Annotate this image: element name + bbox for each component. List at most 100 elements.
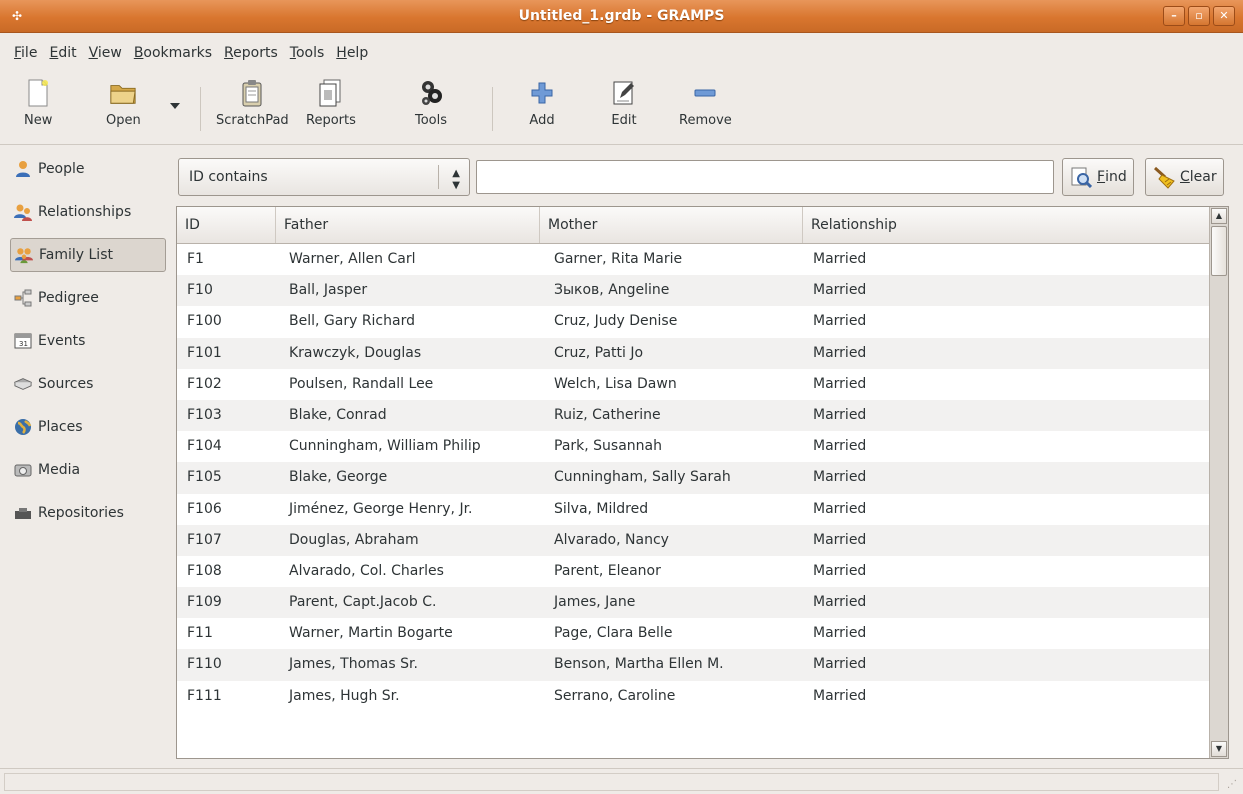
sidebar-item-relationships[interactable]: Relationships: [10, 195, 166, 229]
table-row[interactable]: F103 Blake, Conrad Ruiz, Catherine Married: [177, 399, 1211, 432]
sidebar-item-pedigree[interactable]: Pedigree: [10, 281, 166, 315]
sidebar-item-sources[interactable]: Sources: [10, 367, 166, 401]
cell-father: Bell, Gary Richard: [289, 313, 415, 330]
sidebar-item-events[interactable]: 31 Events: [10, 324, 166, 358]
scroll-up-icon[interactable]: ▲: [1211, 208, 1227, 224]
cell-id: F1: [187, 251, 204, 267]
cell-id: F11: [187, 625, 213, 642]
scroll-down-icon[interactable]: ▼: [1211, 741, 1227, 757]
close-icon[interactable]: ✕: [1213, 6, 1235, 26]
table-row[interactable]: F100 Bell, Gary Richard Cruz, Judy Denise M…: [177, 306, 1211, 337]
table-row[interactable]: F110 James, Thomas Sr. Benson, Martha Elle…: [177, 649, 1211, 681]
table-row[interactable]: F107 Douglas, Abraham Alvarado, Nancy Marri…: [177, 524, 1211, 556]
scrollbar-thumb[interactable]: [1211, 226, 1227, 276]
resize-grip-icon[interactable]: ⋰: [1227, 779, 1239, 791]
cell-relationship: Married: [813, 313, 867, 330]
sidebar-item-family-list[interactable]: Family List: [10, 238, 166, 272]
calendar-icon: 31: [14, 332, 32, 350]
sidebar-item-repositories[interactable]: Repositories: [10, 496, 166, 530]
table-row[interactable]: F101 Krawczyk, Douglas Cruz, Patti Jo Marri…: [177, 337, 1211, 369]
media-icon: [14, 461, 32, 479]
table-row[interactable]: F108 Alvarado, Col. Charles Parent, Eleano…: [177, 556, 1211, 587]
table-row[interactable]: F10 Ball, Jasper Зыков, Angeline Married: [177, 275, 1211, 307]
cell-id: F107: [187, 531, 222, 548]
menu-tools[interactable]: Tools: [284, 45, 331, 61]
open-recent-chevron-down-icon[interactable]: [170, 103, 180, 109]
sidebar-item-people[interactable]: People: [10, 152, 166, 186]
menu-reports[interactable]: Reports: [218, 45, 284, 61]
cell-id: F102: [187, 375, 222, 392]
cell-id: F105: [187, 469, 222, 486]
vertical-scrollbar[interactable]: ▲ ▼: [1209, 207, 1228, 758]
tools-button[interactable]: Tools: [415, 79, 447, 128]
cell-father: Krawczyk, Douglas: [289, 344, 422, 361]
reports-button[interactable]: Reports: [306, 79, 356, 128]
cell-father: Douglas, Abraham: [289, 531, 419, 548]
cell-relationship: Married: [813, 375, 867, 392]
column-header-relationship[interactable]: Relationship: [803, 207, 1211, 243]
person-icon: [14, 160, 32, 178]
minus-icon: [691, 79, 719, 107]
table-header: ID Father Mother Relationship: [177, 207, 1211, 244]
table-row[interactable]: F111 James, Hugh Sr. Serrano, Caroline Marr…: [177, 681, 1211, 712]
add-button[interactable]: Add: [528, 79, 556, 128]
status-text-area: [4, 773, 1219, 791]
family-icon: [15, 246, 33, 264]
broom-icon: [1152, 165, 1176, 189]
new-button[interactable]: New: [24, 79, 52, 128]
cell-mother: Cunningham, Sally Sarah: [554, 469, 731, 486]
title-bar[interactable]: ✣ Untitled_1.grdb - GRAMPS – ▫ ✕: [0, 0, 1243, 33]
sidebar-item-places[interactable]: Places: [10, 410, 166, 444]
report-icon: [317, 79, 345, 107]
column-header-id[interactable]: ID: [177, 207, 276, 243]
menu-help[interactable]: Help: [330, 45, 374, 61]
maximize-icon[interactable]: ▫: [1188, 6, 1210, 26]
table-row[interactable]: F109 Parent, Capt.Jacob C. James, Jane Marr…: [177, 587, 1211, 619]
cell-relationship: Married: [813, 625, 867, 642]
cell-id: F104: [187, 438, 222, 455]
cell-relationship: Married: [813, 438, 867, 455]
scratchpad-button[interactable]: ScratchPad: [216, 79, 289, 128]
menu-edit[interactable]: Edit: [43, 45, 82, 61]
edit-button[interactable]: Edit: [610, 79, 638, 128]
sidebar-item-media[interactable]: Media: [10, 453, 166, 487]
menu-file[interactable]: File: [8, 45, 43, 61]
cell-relationship: Married: [813, 594, 867, 611]
remove-button[interactable]: Remove: [679, 79, 732, 128]
table-row[interactable]: F11 Warner, Martin Bogarte Page, Clara Bel…: [177, 618, 1211, 649]
cell-father: Blake, Conrad: [289, 406, 387, 423]
find-button[interactable]: Find: [1062, 158, 1134, 196]
column-header-father[interactable]: Father: [276, 207, 540, 243]
relationships-icon: [14, 203, 32, 221]
open-button[interactable]: Open: [106, 79, 141, 128]
cell-relationship: Married: [813, 469, 867, 486]
menu-bookmarks[interactable]: Bookmarks: [128, 45, 218, 61]
cell-father: James, Thomas Sr.: [289, 656, 418, 673]
table-row[interactable]: F104 Cunningham, William Philip Park, Susa…: [177, 431, 1211, 462]
minimize-icon[interactable]: –: [1163, 6, 1185, 26]
menu-bar: File Edit View Bookmarks Reports Tools H…: [0, 33, 1243, 73]
cell-id: F10: [187, 282, 213, 299]
cell-relationship: Married: [813, 562, 867, 579]
cell-mother: Parent, Eleanor: [554, 562, 661, 579]
cell-mother: James, Jane: [554, 594, 636, 611]
toolbar-separator: [492, 87, 493, 131]
table-row[interactable]: F102 Poulsen, Randall Lee Welch, Lisa Dawn…: [177, 369, 1211, 400]
cell-id: F108: [187, 562, 222, 579]
cell-father: Blake, George: [289, 469, 388, 486]
filter-select[interactable]: ID contains ▲ ▼: [178, 158, 470, 196]
menu-view[interactable]: View: [83, 45, 128, 61]
table-row[interactable]: F106 Jiménez, George Henry, Jr. Silva, Mil…: [177, 494, 1211, 525]
cell-mother: Зыков, Angeline: [554, 282, 670, 299]
cell-id: F103: [187, 406, 222, 423]
column-header-mother[interactable]: Mother: [540, 207, 803, 243]
cell-father: Parent, Capt.Jacob C.: [289, 594, 437, 611]
gears-icon: [417, 79, 445, 107]
cell-id: F110: [187, 656, 222, 673]
cell-father: Alvarado, Col. Charles: [289, 562, 444, 579]
search-input[interactable]: [476, 160, 1054, 194]
cell-mother: Garner, Rita Marie: [554, 251, 683, 267]
clear-button[interactable]: Clear: [1145, 158, 1224, 196]
table-row[interactable]: F105 Blake, George Cunningham, Sally Sarah…: [177, 462, 1211, 494]
table-row[interactable]: F1 Warner, Allen Carl Garner, Rita Marie Ma…: [177, 244, 1211, 275]
